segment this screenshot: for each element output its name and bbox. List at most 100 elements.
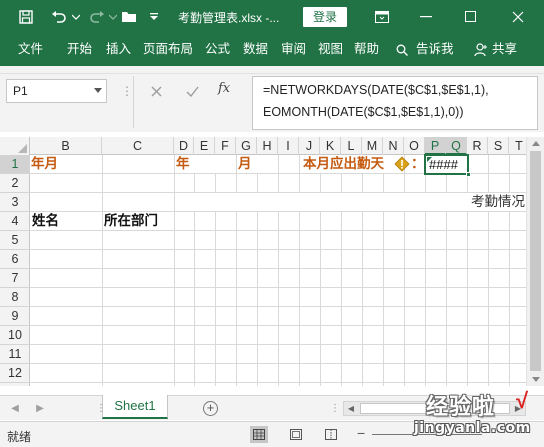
page-layout-view-icon[interactable] (287, 426, 305, 443)
grid-line (467, 155, 468, 386)
formula-input[interactable]: =NETWORKDAYS(DATE($C$1,$E$1,1), EOMONTH(… (252, 76, 538, 130)
column-header-c[interactable]: C (102, 137, 174, 155)
login-button[interactable]: 登录 (303, 7, 347, 27)
row-header-11[interactable]: 11 (0, 345, 30, 364)
confirm-entry-icon[interactable] (181, 82, 203, 100)
grid-line (30, 306, 526, 307)
minimize-icon[interactable] (404, 0, 448, 33)
tab-help[interactable]: 帮助 (354, 33, 379, 66)
fill-handle[interactable] (466, 172, 471, 177)
cell-d1-label: 年 (176, 156, 190, 171)
column-header-h[interactable]: H (257, 137, 278, 155)
grid-line (30, 249, 526, 250)
tab-view[interactable]: 视图 (318, 33, 343, 66)
column-header-t[interactable]: T (509, 137, 526, 155)
formula-text-line-2: EOMONTH(DATE($C$1,$E$1,1),0)) (263, 105, 464, 119)
name-box[interactable]: P1 (6, 79, 107, 103)
column-header-k[interactable]: K (320, 137, 341, 155)
insert-function-icon[interactable]: fx (218, 81, 230, 96)
sheet-tab-sheet1[interactable]: Sheet1 (102, 395, 168, 419)
zoom-out-button[interactable]: − (357, 425, 365, 441)
tab-file[interactable]: 文件 (18, 33, 43, 66)
column-header-j[interactable]: J (299, 137, 320, 155)
row-header-5[interactable]: 5 (0, 231, 30, 250)
selected-cell-p1[interactable]: #### (424, 154, 469, 175)
row-header-1[interactable]: 1 (0, 155, 30, 174)
row-header-6[interactable]: 6 (0, 250, 30, 269)
tab-home[interactable]: 开始 (67, 33, 92, 66)
column-header-q[interactable]: Q (446, 137, 467, 155)
vertical-scrollbar[interactable] (526, 137, 544, 386)
row-header-3[interactable]: 3 (0, 193, 30, 212)
scroll-down-icon[interactable] (532, 377, 540, 382)
tab-insert[interactable]: 插入 (106, 33, 131, 66)
redo-dropdown-icon[interactable] (108, 0, 118, 33)
column-header-d[interactable]: D (174, 137, 194, 155)
watermark-url: jingyanla.com (414, 420, 531, 436)
grid-line (488, 155, 489, 386)
grid-line (404, 155, 405, 386)
grid-line (30, 230, 526, 231)
cell-b1-label: 年月 (31, 156, 58, 171)
grid-line (30, 382, 526, 383)
undo-icon[interactable] (48, 0, 70, 33)
scroll-left-icon[interactable]: ◀ (345, 403, 357, 414)
column-header-bar: B C D E F G H I J K L M N O P Q R S T (0, 137, 526, 155)
row-header-10[interactable]: 10 (0, 326, 30, 345)
row-header-7[interactable]: 7 (0, 269, 30, 288)
row-header-2[interactable]: 2 (0, 174, 30, 193)
ribbon-display-options-icon[interactable] (360, 0, 404, 33)
column-header-s[interactable]: S (488, 137, 509, 155)
select-all-button[interactable] (0, 137, 30, 155)
lightbulb-search-icon (396, 44, 408, 56)
save-icon[interactable] (14, 0, 38, 33)
column-header-o[interactable]: O (404, 137, 425, 155)
row-header-12[interactable]: 12 (0, 364, 30, 383)
open-folder-icon[interactable] (118, 0, 140, 33)
column-header-i[interactable]: I (278, 137, 299, 155)
grid-line (174, 155, 175, 386)
tab-formulas[interactable]: 公式 (205, 33, 230, 66)
page-break-view-icon[interactable] (322, 426, 340, 443)
row-header-9[interactable]: 9 (0, 307, 30, 326)
error-warning-icon[interactable] (394, 156, 410, 172)
maximize-icon[interactable] (448, 0, 492, 33)
row-header-4[interactable]: 4 (0, 212, 30, 231)
grid-line (30, 325, 526, 326)
column-header-b[interactable]: B (30, 137, 102, 155)
tab-data[interactable]: 数据 (243, 33, 268, 66)
close-icon[interactable] (496, 0, 540, 33)
column-header-l[interactable]: L (341, 137, 362, 155)
cancel-entry-icon[interactable] (145, 82, 167, 100)
chevron-down-icon[interactable] (94, 88, 102, 93)
row-header-13[interactable]: 13 (0, 383, 30, 386)
column-header-m[interactable]: M (362, 137, 383, 155)
formula-bar-resize-handle-icon[interactable]: ⋮ (121, 84, 133, 98)
grid-line (194, 155, 195, 386)
normal-view-icon[interactable] (250, 426, 268, 443)
undo-dropdown-icon[interactable] (70, 0, 82, 33)
column-header-r[interactable]: R (467, 137, 488, 155)
cell-grid[interactable]: 年月 年 月 本月应出勤天 ： #### 考勤情况 姓名 所在部门 (30, 154, 526, 386)
column-header-f[interactable]: F (215, 137, 236, 155)
column-header-n[interactable]: N (383, 137, 404, 155)
add-sheet-icon[interactable]: + (203, 401, 218, 416)
tab-page-layout[interactable]: 页面布局 (143, 33, 193, 66)
grid-line (30, 363, 526, 364)
redo-icon[interactable] (86, 0, 108, 33)
cell-j1-label: 本月应出勤天 (303, 156, 384, 171)
vertical-scroll-thumb[interactable] (530, 151, 541, 371)
customize-toolbar-icon[interactable] (146, 0, 162, 33)
tab-review[interactable]: 审阅 (281, 33, 306, 66)
worksheet[interactable]: B C D E F G H I J K L M N O P Q R S T 1 … (0, 137, 526, 386)
column-header-e[interactable]: E (194, 137, 215, 155)
tab-split-handle-icon[interactable]: ⋮ (330, 403, 340, 414)
grid-line (257, 155, 258, 386)
next-sheet-icon[interactable]: ▶ (34, 402, 46, 416)
column-header-p[interactable]: P (425, 137, 446, 155)
watermark-check-icon: √ (516, 388, 529, 413)
scroll-up-icon[interactable] (532, 141, 540, 146)
row-header-8[interactable]: 8 (0, 288, 30, 307)
column-header-g[interactable]: G (236, 137, 257, 155)
prev-sheet-icon[interactable]: ◀ (9, 402, 21, 416)
